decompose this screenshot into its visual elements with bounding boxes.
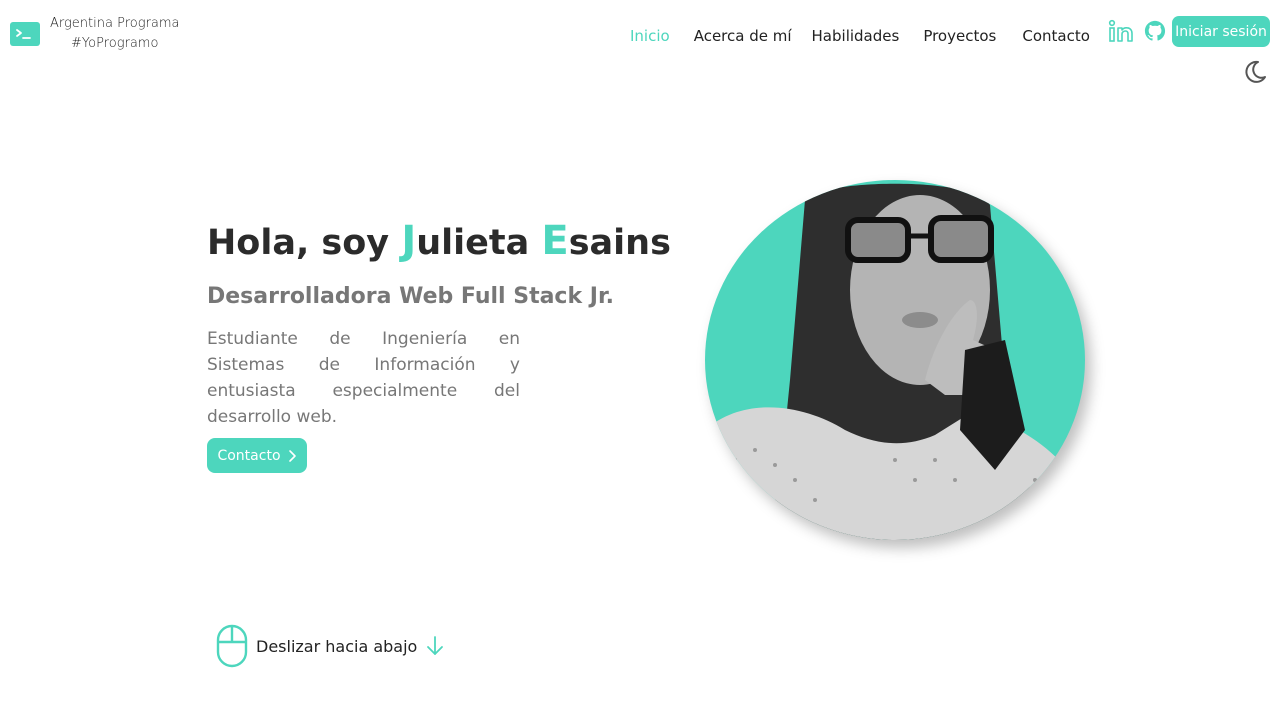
scroll-label: Deslizar hacia abajo: [256, 636, 418, 656]
nav-item-proyectos[interactable]: Proyectos: [913, 24, 1006, 48]
first-initial: J: [401, 218, 417, 264]
contact-button-label: Contacto: [217, 447, 281, 464]
moon-icon[interactable]: [1242, 59, 1268, 85]
hero-subtitle: Desarrolladora Web Full Stack Jr.: [207, 284, 615, 309]
login-button[interactable]: Iniciar sesión: [1172, 16, 1270, 47]
arrow-down-icon: [427, 636, 444, 655]
last-initial: E: [541, 218, 569, 264]
terminal-icon: [10, 22, 40, 46]
main-nav: Inicio Acerca de mí Habilidades Proyecto…: [620, 24, 1100, 48]
chevron-right-icon: [288, 449, 296, 462]
hero-title: Hola, soy Julieta Esains: [207, 218, 671, 264]
github-icon[interactable]: [1142, 18, 1168, 44]
nav-item-contacto[interactable]: Contacto: [1012, 24, 1100, 48]
nav-item-acerca[interactable]: Acerca de mí: [684, 24, 802, 48]
profile-photo: [705, 180, 1085, 540]
brand-line-1: Argentina Programa: [50, 16, 180, 31]
nav-item-habilidades[interactable]: Habilidades: [802, 24, 910, 48]
title-prefix: Hola, soy: [207, 223, 402, 263]
social-links: [1108, 18, 1168, 44]
contact-button[interactable]: Contacto: [207, 438, 307, 473]
linkedin-icon[interactable]: [1108, 18, 1134, 44]
hero-description: Estudiante de Ingeniería en Sistemas de …: [207, 329, 520, 427]
first-name-rest: ulieta: [416, 223, 542, 263]
brand-line-2: #YoProgramo: [71, 36, 159, 51]
scroll-down[interactable]: Deslizar hacia abajo: [216, 624, 445, 668]
mouse-icon: [216, 624, 248, 668]
nav-item-inicio[interactable]: Inicio: [620, 24, 680, 48]
brand[interactable]: Argentina Programa #YoProgramo: [10, 14, 179, 54]
brand-text: Argentina Programa #YoProgramo: [50, 14, 179, 54]
last-name-rest: sains: [568, 223, 671, 263]
